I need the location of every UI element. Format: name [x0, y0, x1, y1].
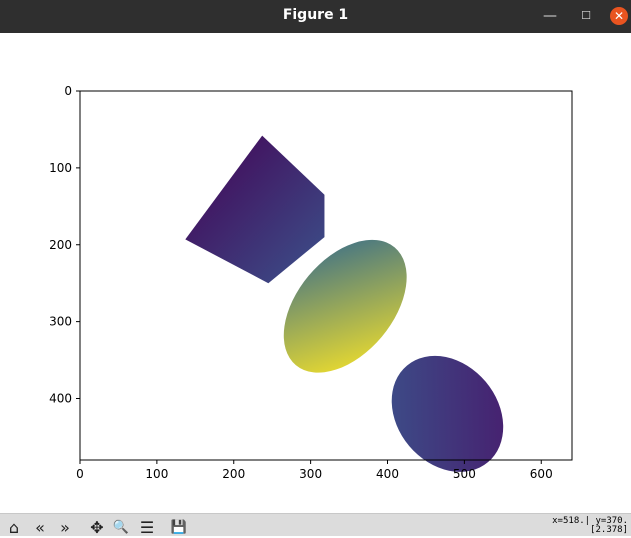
x-tick-label: 400	[376, 467, 399, 481]
cursor-coordinates: x=518.| y=370. [2.378]	[520, 517, 628, 535]
x-tick-label: 500	[453, 467, 476, 481]
y-tick-label: 300	[49, 315, 72, 329]
maximize-button[interactable]: ☐	[576, 6, 596, 26]
zoom-icon[interactable]: 🔍	[110, 518, 132, 538]
x-tick-label: 200	[222, 467, 245, 481]
x-tick-label: 100	[145, 467, 168, 481]
forward-icon[interactable]: »	[54, 518, 76, 538]
pan-icon[interactable]: ✥	[86, 518, 108, 538]
back-icon[interactable]: «	[29, 518, 51, 538]
navigation-toolbar: ⌂ « » ✥ 🔍 ☰ 💾 x=518.| y=370. [2.378]	[0, 513, 631, 538]
y-tick-label: 100	[49, 161, 72, 175]
heatmap-chart[interactable]: 0 100 200 300 400 500 600 0 100 200 300 400	[0, 33, 631, 513]
y-tick-label: 400	[49, 392, 72, 406]
configure-subplots-icon[interactable]: ☰	[136, 518, 158, 538]
home-icon[interactable]: ⌂	[3, 518, 25, 538]
x-tick-label: 600	[530, 467, 553, 481]
image-region-0	[185, 135, 325, 284]
x-tick-label: 300	[299, 467, 322, 481]
window-titlebar: Figure 1 — ☐ ✕	[0, 0, 631, 33]
save-icon[interactable]: 💾	[168, 518, 190, 538]
figure-canvas[interactable]: 0 100 200 300 400 500 600 0 100 200 300 400	[0, 33, 631, 513]
window-title: Figure 1	[282, 7, 349, 23]
y-tick-label: 0	[64, 84, 72, 98]
minimize-button[interactable]: —	[540, 6, 560, 26]
coords-line-2: [2.378]	[590, 525, 628, 535]
close-button[interactable]: ✕	[610, 7, 628, 25]
y-tick-label: 200	[49, 238, 72, 252]
x-tick-label: 0	[76, 467, 84, 481]
